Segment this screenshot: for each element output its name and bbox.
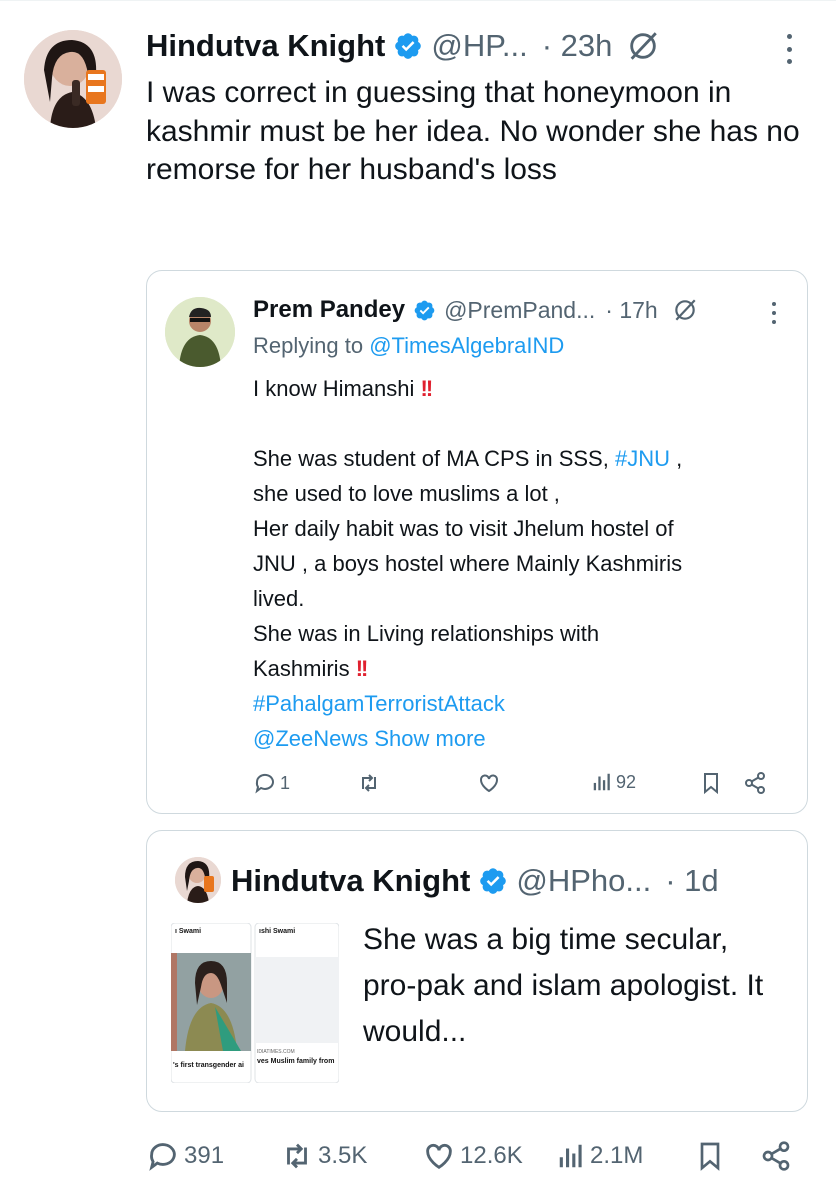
tweet-text: I was correct in guessing that honeymoon… (146, 76, 800, 186)
views-button[interactable]: 2.1M (556, 1136, 643, 1176)
replying-prefix: Replying to (253, 333, 370, 358)
bookmark-button[interactable] (699, 771, 723, 795)
reply-button[interactable]: 391 (146, 1136, 224, 1176)
quote-author-name[interactable]: Hindutva Knight (231, 863, 470, 899)
quote-header: Prem Pandey @PremPand... · 17h (253, 293, 698, 327)
author-avatar[interactable] (24, 30, 122, 128)
repost-button[interactable]: 3.5K (280, 1136, 367, 1176)
author-name[interactable]: Hindutva Knight (146, 28, 385, 64)
quote-line: Kashmiris (253, 656, 356, 681)
quote-line: She was student of MA CPS in SSS, (253, 446, 615, 471)
share-icon (745, 772, 765, 794)
thumb-right-name: ıshi Swami (259, 928, 295, 935)
verified-badge-icon (393, 31, 423, 61)
thumb-right-source: IDIATIMES.COM (257, 1049, 295, 1055)
share-icon (762, 1141, 790, 1171)
like-button[interactable] (477, 771, 501, 795)
quote-line: , (669, 446, 683, 471)
thumb-left-name: ı Swami (175, 928, 201, 935)
media-thumbnail[interactable]: ı Swami ıshi Swami 's first transgender … (170, 922, 340, 1084)
reply-count: 391 (184, 1142, 225, 1169)
tweet-action-bar: 391 3.5K 12.6K 2.1M (146, 1136, 806, 1176)
reply-icon (255, 773, 274, 794)
like-icon (480, 774, 498, 793)
verified-badge-icon (478, 866, 508, 896)
quote-author-handle[interactable]: @PremPand... (444, 297, 595, 324)
views-icon (593, 773, 610, 791)
quote-author-name[interactable]: Prem Pandey (253, 296, 405, 324)
repost-count: 3.5K (318, 1142, 368, 1169)
repost-icon (362, 774, 376, 792)
reply-count: 1 (280, 772, 291, 793)
share-button[interactable] (743, 771, 767, 795)
quote-header: Hindutva Knight @HPho... · 1d (231, 861, 719, 901)
views-count: 2.1M (590, 1142, 644, 1169)
quote-text: I know Himanshi !! She was student of MA… (253, 371, 793, 756)
more-icon[interactable] (776, 34, 802, 64)
bookmark-icon (700, 1142, 720, 1171)
grok-icon[interactable] (672, 297, 698, 323)
quote-action-bar: 1 92 (253, 771, 783, 801)
tweet-header: Hindutva Knight @HP... · 23h (146, 26, 660, 66)
share-button[interactable] (760, 1136, 792, 1176)
quote-timestamp[interactable]: · 1d (665, 863, 718, 899)
views-count: 92 (616, 771, 637, 792)
views-button[interactable]: 92 (591, 771, 636, 793)
thumb-right-caption: ves Muslim family from (257, 1058, 334, 1065)
bookmark-button[interactable] (694, 1136, 726, 1176)
quote-author-handle[interactable]: @HPho... (516, 863, 651, 899)
top-divider (0, 0, 836, 1)
quote-line: lived. (253, 586, 305, 611)
quote-line: She was in Living relationships with (253, 621, 600, 646)
thumb-left-caption: 's first transgender ai (173, 1062, 244, 1069)
double-exclamation-icon: !! (355, 656, 369, 681)
reply-icon (149, 1143, 176, 1171)
replying-to: Replying to @TimesAlgebraIND (253, 333, 564, 359)
quoted-tweet-hindutva[interactable]: Hindutva Knight @HPho... · 1d ı Swami ıs… (146, 830, 808, 1112)
verified-badge-icon (413, 299, 436, 322)
hashtag-jnu[interactable]: #JNU (615, 446, 670, 471)
mention-zeenews[interactable]: @ZeeNews (253, 726, 368, 751)
quote-line: she used to love muslims a lot , (253, 481, 560, 506)
quoted-tweet-prem[interactable]: Prem Pandey @PremPand... · 17h Replying … (146, 270, 808, 814)
author-handle[interactable]: @HP... (431, 28, 527, 64)
quote-line: JNU , a boys hostel where Mainly Kashmir… (253, 551, 683, 576)
views-icon (559, 1144, 582, 1168)
like-icon (426, 1143, 452, 1170)
replying-to-mention[interactable]: @TimesAlgebraIND (369, 333, 564, 358)
quote-text: She was a big time secular, pro-pak and … (363, 923, 764, 1048)
quote-timestamp[interactable]: · 17h (605, 297, 657, 324)
repost-icon (287, 1143, 307, 1169)
reply-button[interactable]: 1 (253, 771, 290, 795)
grok-icon[interactable] (626, 29, 660, 63)
more-icon[interactable] (767, 302, 781, 324)
tweet-timestamp[interactable]: · 23h (542, 28, 613, 64)
quote-line: I know Himanshi (253, 376, 421, 401)
quote-author-avatar[interactable] (165, 297, 235, 367)
show-more-link[interactable]: Show more (368, 726, 485, 751)
like-button[interactable]: 12.6K (422, 1136, 523, 1176)
hashtag-pahalgam[interactable]: #PahalgamTerroristAttack (253, 686, 793, 721)
double-exclamation-icon: !! (420, 376, 434, 401)
quote-line: Her daily habit was to visit Jhelum host… (253, 516, 674, 541)
repost-button[interactable] (357, 771, 381, 795)
quote-author-avatar[interactable] (175, 857, 221, 903)
bookmark-icon (704, 773, 718, 795)
like-count: 12.6K (460, 1142, 523, 1169)
